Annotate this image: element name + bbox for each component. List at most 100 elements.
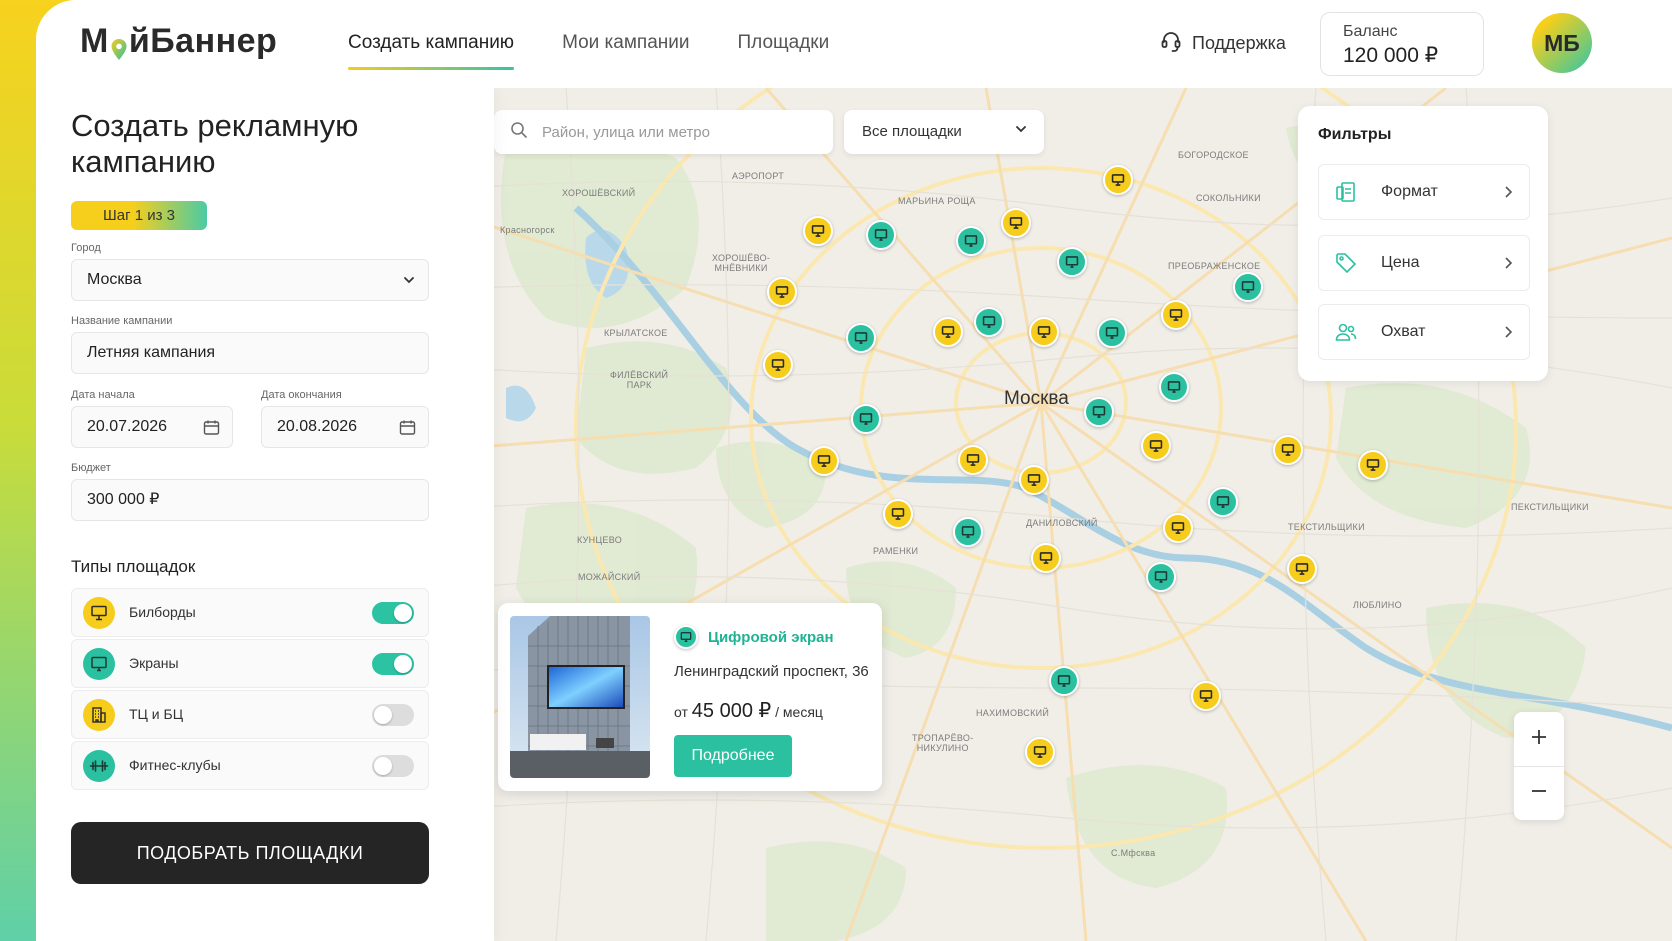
end-date-field[interactable]: 20.08.2026 [261,406,429,448]
district-label: РАМЕНКИ [873,546,919,556]
pin-icon [110,32,128,60]
city-map-label: Москва [1004,388,1069,409]
district-label: ФИЛЁВСКИЙ ПАРК [610,370,669,390]
main-nav: Создать кампанию Мои кампании Площадки [348,0,829,88]
city-select[interactable]: Москва [71,259,429,301]
district-label: ТРОПАРЁВО- НИКУЛИНО [912,733,974,753]
billboard-marker[interactable] [1019,465,1049,495]
app-window: М йБаннер Создать кампанию Мои кампании … [36,0,1672,941]
malls-toggle[interactable] [372,704,414,726]
district-label: ПРЕОБРАЖЕНСКОЕ [1168,261,1261,271]
zoom-out-button[interactable] [1514,766,1564,820]
billboard-marker[interactable] [763,350,793,380]
search-icon [510,121,528,144]
placement-type-label: Цифровой экран [708,628,834,646]
zoom-in-button[interactable] [1514,712,1564,766]
calendar-icon [203,407,220,447]
district-label: СОКОЛЬНИКИ [1196,193,1261,203]
billboard-marker[interactable] [1025,737,1055,767]
placement-price: от 45 000 ₽ / месяц [674,698,823,723]
billboard-icon [83,597,115,629]
billboard-marker[interactable] [767,277,797,307]
filter-format[interactable]: Формат [1318,164,1530,220]
map-search-bar[interactable] [494,110,833,154]
billboard-marker[interactable] [883,499,913,529]
screen-marker[interactable] [1097,318,1127,348]
billboard-marker[interactable] [1273,435,1303,465]
plus-icon [1530,728,1548,751]
placement-address: Ленинградский проспект, 36 [674,663,869,680]
campaign-name-field[interactable]: Летняя кампания [71,332,429,374]
district-label: НАХИМОВСКИЙ [976,708,1050,718]
fitness-toggle[interactable] [372,755,414,777]
filter-price[interactable]: Цена [1318,235,1530,291]
placement-photo [510,616,650,778]
screen-marker[interactable] [851,404,881,434]
nav-placements[interactable]: Площадки [738,0,830,88]
screen-marker[interactable] [1159,372,1189,402]
screen-marker[interactable] [1084,397,1114,427]
details-button[interactable]: Подробнее [674,735,792,777]
screen-marker[interactable] [1057,247,1087,277]
search-input[interactable] [542,123,812,141]
billboard-marker[interactable] [1163,513,1193,543]
billboard-marker[interactable] [1103,165,1133,195]
logo[interactable]: М йБаннер [80,22,277,61]
support-label: Поддержка [1192,33,1286,53]
placement-select[interactable]: Все площадки [844,110,1044,154]
screen-marker[interactable] [1049,666,1079,696]
logo-text-end: йБаннер [128,22,278,60]
audience-icon [1334,320,1358,349]
district-label: ТЕКСТИЛЬЩИКИ [1288,522,1365,532]
chevron-right-icon [1501,184,1515,205]
filter-label: Формат [1381,183,1438,200]
logo-text-start: М [80,22,109,60]
screen-marker[interactable] [974,307,1004,337]
end-date-label: Дата окончания [261,389,342,401]
screen-marker[interactable] [956,226,986,256]
billboard-marker[interactable] [803,216,833,246]
screen-marker[interactable] [866,220,896,250]
step-badge: Шаг 1 из 3 [71,201,207,230]
screen-marker[interactable] [846,323,876,353]
nav-my-campaigns[interactable]: Мои кампании [562,0,689,88]
minus-icon [1530,782,1548,805]
end-date-value: 20.08.2026 [277,418,358,435]
map-view[interactable]: БОГОРОДСКОЕ АЭРОПОРТ ХОРОШЁВСКИЙ МАРЬИНА… [466,88,1672,941]
nav-create-campaign[interactable]: Создать кампанию [348,0,515,88]
screens-toggle[interactable] [372,653,414,675]
billboard-marker[interactable] [1287,554,1317,584]
type-row-fitness: Фитнес-клубы [71,741,429,790]
city-value: Москва [87,271,142,288]
billboard-marker[interactable] [1031,543,1061,573]
balance-widget[interactable]: Баланс 120 000 ₽ [1320,12,1484,76]
support-link[interactable]: Поддержка [1160,30,1286,57]
filters-panel: Фильтры Формат Цена Охват [1298,106,1548,381]
find-placements-button[interactable]: ПОДОБРАТЬ ПЛОЩАДКИ [71,822,429,884]
avatar[interactable]: МБ [1532,13,1592,73]
filter-reach[interactable]: Охват [1318,304,1530,360]
billboards-toggle[interactable] [372,602,414,624]
billboard-marker[interactable] [1358,450,1388,480]
screen-marker[interactable] [1208,487,1238,517]
billboard-marker[interactable] [1141,431,1171,461]
district-label: ЛЮБЛИНО [1353,600,1402,610]
city-label: Город [71,242,101,254]
billboard-marker[interactable] [1191,681,1221,711]
placement-type: Цифровой экран [674,625,834,649]
district-label: С.Мфсква [1111,848,1156,858]
placement-card[interactable]: Цифровой экран Ленинградский проспект, 3… [498,603,882,791]
billboard-marker[interactable] [809,446,839,476]
screen-marker[interactable] [1146,562,1176,592]
district-label: МОЖАЙСКИЙ [578,572,641,582]
screen-marker[interactable] [1233,272,1263,302]
budget-field[interactable]: 300 000 ₽ [71,479,429,521]
screen-marker[interactable] [953,517,983,547]
start-date-field[interactable]: 20.07.2026 [71,406,233,448]
billboard-marker[interactable] [1029,317,1059,347]
billboard-marker[interactable] [1161,300,1191,330]
budget-label: Бюджет [71,462,111,474]
billboard-marker[interactable] [933,317,963,347]
billboard-marker[interactable] [958,445,988,475]
billboard-marker[interactable] [1001,208,1031,238]
